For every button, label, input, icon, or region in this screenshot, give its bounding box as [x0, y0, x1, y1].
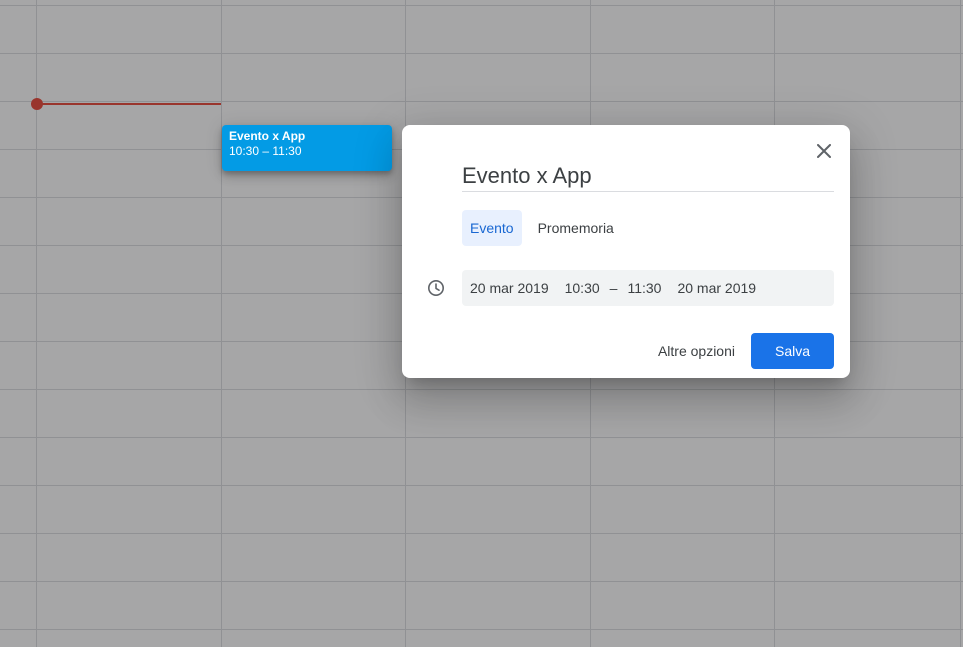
start-date-field[interactable]: 20 mar 2019	[470, 280, 549, 296]
tab-reminder[interactable]: Promemoria	[530, 210, 622, 246]
start-time-field[interactable]: 10:30	[565, 280, 600, 296]
clock-icon	[428, 280, 444, 296]
event-chip-title: Evento x App	[229, 129, 306, 143]
event-type-tabs: Evento Promemoria	[462, 210, 622, 246]
event-datetime-row: 20 mar 2019 10:30 – 11:30 20 mar 2019	[462, 270, 834, 306]
end-date-field[interactable]: 20 mar 2019	[677, 280, 756, 296]
quick-create-dialog: Evento x App Evento Promemoria 20 mar 20…	[402, 125, 850, 378]
new-event-chip[interactable]: Evento x App 10:30 – 11:30	[222, 125, 392, 171]
more-options-button[interactable]: Altre opzioni	[650, 333, 743, 369]
save-button[interactable]: Salva	[751, 333, 834, 369]
end-time-field[interactable]: 11:30	[627, 280, 661, 296]
tab-event[interactable]: Evento	[462, 210, 522, 246]
close-icon	[817, 144, 831, 158]
event-chip-time: 10:30 – 11:30	[229, 144, 302, 158]
event-title-input[interactable]: Evento x App	[462, 161, 834, 192]
time-range-separator: –	[609, 280, 618, 296]
dialog-actions: Altre opzioni Salva	[650, 333, 834, 369]
event-title-value: Evento x App	[462, 163, 592, 188]
